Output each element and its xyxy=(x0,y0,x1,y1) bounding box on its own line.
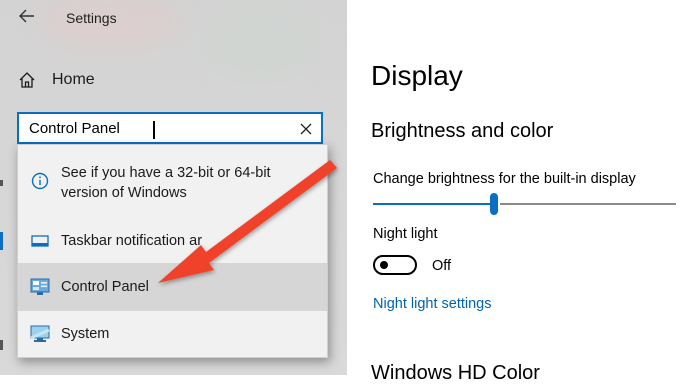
back-arrow-icon xyxy=(19,9,35,28)
taskbar-icon xyxy=(30,231,50,251)
suggestion-label: Control Panel xyxy=(61,279,149,295)
suggestion-item-selected[interactable]: Control Panel xyxy=(18,263,327,311)
night-light-toggle[interactable] xyxy=(373,255,417,275)
section-title-hd-color: Windows HD Color xyxy=(371,362,540,384)
home-icon xyxy=(16,69,38,91)
night-light-settings-link[interactable]: Night light settings xyxy=(373,296,491,312)
suggestion-item[interactable]: Taskbar notification ar xyxy=(18,219,327,263)
search-box[interactable] xyxy=(17,112,323,144)
sidebar-item-label: Home xyxy=(52,71,95,88)
sidebar-item-hidden xyxy=(0,180,3,186)
slider-track xyxy=(500,203,676,205)
suggestion-item[interactable]: See if you have a 32-bit or 64-bit versi… xyxy=(18,153,327,211)
night-light-label: Night light xyxy=(373,226,438,242)
slider-track-fill xyxy=(373,203,494,205)
brightness-label: Change brightness for the built-in displ… xyxy=(373,171,636,187)
toggle-knob xyxy=(380,261,388,269)
slider-thumb[interactable] xyxy=(490,193,498,215)
page-title: Display xyxy=(371,60,463,91)
window-title: Settings xyxy=(66,10,117,26)
search-input[interactable] xyxy=(19,119,309,137)
info-icon xyxy=(30,171,50,191)
nav-selection-indicator xyxy=(0,232,3,250)
system-monitor-icon xyxy=(30,324,50,344)
sidebar-item-hidden xyxy=(0,340,3,350)
night-light-state: Off xyxy=(432,258,452,274)
sidebar-item-home[interactable]: Home xyxy=(16,64,326,96)
brightness-slider[interactable] xyxy=(373,192,676,218)
clear-search-button[interactable] xyxy=(295,118,317,140)
suggestion-label: Taskbar notification ar xyxy=(61,233,203,249)
suggestion-item[interactable]: System xyxy=(18,311,327,357)
suggestion-label: System xyxy=(61,326,110,342)
sidebar: Settings Home See if you have a 32-bit o… xyxy=(0,0,347,375)
text-caret xyxy=(153,121,155,139)
back-button[interactable] xyxy=(10,4,44,32)
close-icon xyxy=(300,123,312,135)
control-panel-icon xyxy=(30,277,50,297)
section-title: Brightness and color xyxy=(371,120,554,142)
search-suggestions-dropdown: See if you have a 32-bit or 64-bit versi… xyxy=(17,144,328,358)
suggestion-label-line2: version of Windows xyxy=(61,185,187,201)
suggestion-label-line1: See if you have a 32-bit or 64-bit xyxy=(61,165,271,181)
